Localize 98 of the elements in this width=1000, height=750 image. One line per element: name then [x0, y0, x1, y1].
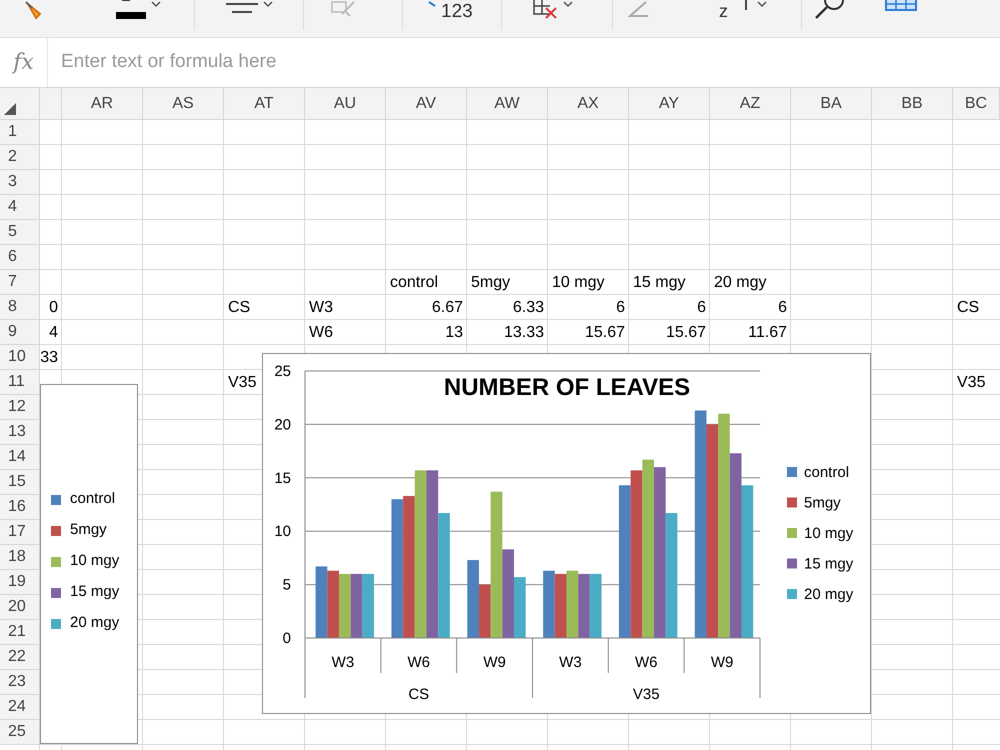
axis-label: W9 [710, 654, 734, 671]
chart-title: NUMBER OF LEAVES [444, 374, 690, 401]
column-header[interactable]: BC [953, 88, 1000, 120]
bar [543, 570, 555, 638]
column-header[interactable]: AR [62, 88, 143, 120]
cell-text: 15.67 [584, 322, 625, 342]
cell-text: 10 mgy [552, 272, 604, 292]
row-header[interactable]: 2 [0, 145, 40, 170]
cell-text: 4 [49, 322, 58, 342]
cell-text: CS [228, 298, 250, 318]
row-header[interactable]: 10 [0, 345, 40, 370]
axis-label: 0 [282, 630, 291, 647]
axis-label: V35 [632, 686, 660, 703]
row-header[interactable]: 25 [0, 720, 40, 745]
cell-text: 15 mgy [633, 272, 686, 292]
bar [316, 566, 328, 638]
bar [362, 574, 374, 638]
bar [566, 570, 578, 638]
corner-header[interactable] [0, 88, 40, 120]
legend-label: control [804, 464, 850, 481]
row-header[interactable]: 24 [0, 695, 40, 720]
cell-text: 6.67 [432, 298, 463, 318]
row-header[interactable]: 12 [0, 395, 40, 420]
cell-text: 20 mgy [714, 272, 766, 292]
axis-label: 10 [274, 523, 291, 540]
row-header[interactable]: 7 [0, 270, 40, 295]
row-header[interactable]: 16 [0, 495, 40, 520]
row-header[interactable]: 9 [0, 320, 40, 345]
legend-label: control [70, 489, 116, 510]
cell-text: CS [957, 298, 980, 318]
bar [554, 574, 566, 638]
row-header[interactable]: 5 [0, 220, 40, 245]
cell-text: 13 [445, 322, 463, 342]
cell-text: 15.67 [666, 322, 706, 342]
cell-text: 5mgy [471, 272, 510, 292]
legend-label: 20 mgy [70, 613, 120, 634]
row-header[interactable]: 14 [0, 445, 40, 470]
axis-label: W3 [559, 654, 582, 671]
row-header[interactable]: 4 [0, 195, 40, 220]
legend-label: 10 mgy [70, 551, 120, 572]
row-header[interactable]: 21 [0, 620, 40, 645]
row-header[interactable]: 19 [0, 570, 40, 595]
cell-text: 6.33 [512, 298, 544, 318]
bar [590, 574, 602, 638]
row-header[interactable]: 17 [0, 520, 40, 545]
axis-label: W3 [332, 654, 354, 671]
column-header[interactable]: AS [143, 88, 224, 120]
cell-text: 6 [616, 298, 625, 318]
axis-label: CS [408, 686, 430, 703]
legend-label: 5mgy [804, 494, 841, 512]
cell-text: 11.67 [748, 322, 787, 342]
column-header[interactable]: AW [467, 88, 548, 120]
column-header[interactable]: AZ [710, 88, 791, 120]
legend-label: 10 mgy [804, 525, 854, 542]
axis-label: W6 [408, 654, 430, 671]
row-header[interactable]: 1 [0, 120, 40, 145]
legend-label: 15 mgy [70, 582, 120, 602]
cell-text: 0 [49, 298, 58, 318]
axis-label: 25 [274, 363, 291, 380]
row-header[interactable]: 13 [0, 420, 40, 445]
axis-label: 5 [282, 576, 291, 594]
axis-label: 20 [274, 416, 291, 434]
cell-text: V35 [228, 372, 256, 392]
cell-text: W3 [309, 298, 333, 318]
row-header[interactable]: 20 [0, 595, 40, 620]
axis-label: W6 [635, 654, 658, 671]
bar [350, 574, 362, 638]
cell-text: 6 [778, 298, 787, 318]
column-header[interactable]: AU [305, 88, 386, 120]
column-header[interactable]: BA [791, 88, 872, 120]
row-header[interactable]: 22 [0, 645, 40, 670]
bar [578, 574, 590, 638]
row-header[interactable]: 8 [0, 295, 40, 320]
row-header[interactable]: 3 [0, 170, 40, 195]
column-header[interactable]: AV [386, 88, 467, 120]
row-header[interactable]: 11 [0, 370, 40, 395]
cell-text: V35 [957, 372, 986, 392]
select-all-icon[interactable] [4, 103, 16, 115]
column-header[interactable]: AX [548, 88, 629, 120]
row-header[interactable]: 6 [0, 245, 40, 270]
cell-text: 13.33 [504, 322, 544, 342]
cell-text: 6 [697, 298, 706, 318]
column-header[interactable]: AY [629, 88, 710, 120]
legend-label: 15 mgy [804, 556, 854, 572]
bar [338, 574, 351, 638]
column-header[interactable]: BB [872, 88, 953, 120]
cell-text: control [390, 272, 438, 292]
bar [327, 570, 339, 638]
axis-label: 15 [274, 470, 291, 487]
legend-label: 20 mgy [804, 586, 854, 603]
row-header[interactable]: 18 [0, 545, 40, 570]
column-header[interactable]: AT [224, 88, 305, 120]
cell-text: 33 [40, 348, 58, 368]
row-header[interactable]: 15 [0, 470, 40, 495]
cell-text: W6 [309, 322, 333, 342]
axis-label: W9 [483, 654, 506, 671]
row-header[interactable]: 23 [0, 670, 40, 695]
legend-label: 5mgy [70, 520, 107, 540]
